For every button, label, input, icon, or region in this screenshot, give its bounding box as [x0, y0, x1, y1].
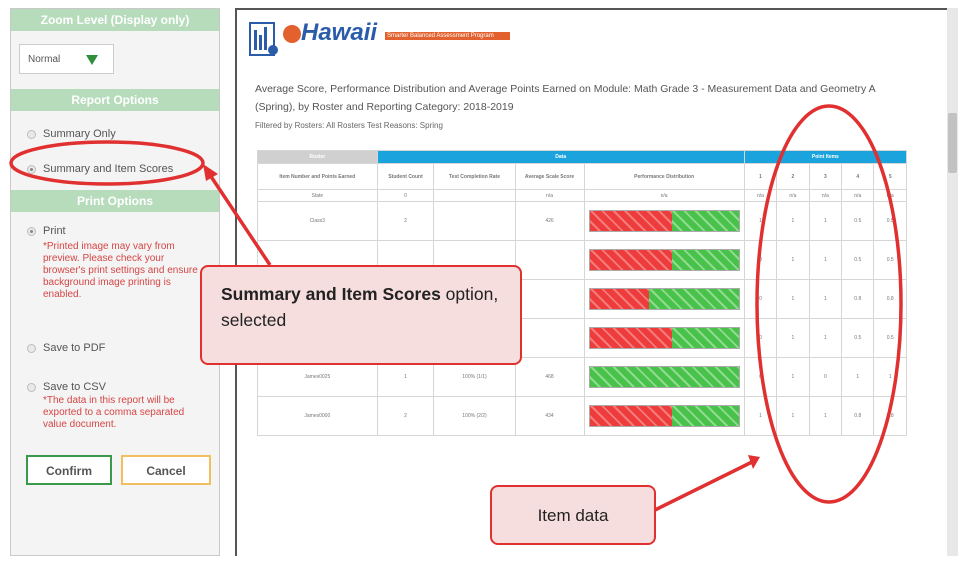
callout-bold-text: Summary and Item Scores [221, 284, 441, 304]
completion-rate-cell: 100% (2/2) [433, 396, 516, 436]
summary-only-label: Summary Only [43, 128, 116, 140]
performance-distribution-cell [583, 201, 745, 241]
logo-subtext: Smarter Balanced Assessment Program [385, 32, 510, 40]
scale-score-cell [514, 240, 585, 280]
confirm-button[interactable]: Confirm [26, 455, 112, 485]
item-data-text: Item data [537, 506, 609, 525]
print-label: Print [43, 225, 66, 237]
completion-rate-cell [433, 201, 516, 241]
student-count-cell: 2 [376, 201, 435, 241]
performance-bar [588, 288, 740, 310]
scale-score-cell [514, 279, 585, 319]
radio-icon [27, 344, 36, 353]
summary-item-scores-option[interactable]: Summary and Item Scores [23, 161, 208, 177]
logo-text: Hawaii [301, 19, 378, 46]
performance-distribution-cell [583, 318, 745, 358]
scale-score-cell: 434 [514, 396, 585, 436]
summary-item-scores-label: Summary and Item Scores [43, 163, 174, 175]
performance-bar [588, 249, 740, 271]
below-standard-segment [589, 406, 672, 426]
performance-bar [588, 327, 740, 349]
col-header: Test Completion Rate [433, 163, 516, 190]
performance-bar [588, 405, 740, 427]
print-options-header: Print Options [11, 190, 219, 212]
met-standard-segment [671, 211, 739, 231]
zoom-select[interactable]: Normal [19, 44, 114, 74]
zoom-level-header: Zoom Level (Display only) [11, 9, 219, 31]
radio-selected-icon [27, 227, 36, 236]
below-standard-segment [589, 328, 672, 348]
performance-distribution-cell [583, 240, 745, 280]
save-pdf-label: Save to PDF [43, 342, 106, 354]
report-options-header: Report Options [11, 89, 219, 111]
col-header: Performance Distribution [583, 163, 745, 190]
chevron-down-icon [86, 55, 98, 65]
radio-icon [27, 383, 36, 392]
radio-selected-icon [27, 165, 36, 174]
print-warning: *Printed image may vary from preview. Pl… [43, 241, 198, 300]
radio-icon [27, 130, 36, 139]
state-cell: n/a [514, 189, 585, 202]
below-standard-segment [589, 211, 672, 231]
performance-bar [588, 210, 740, 232]
summary-only-option[interactable]: Summary Only [23, 126, 203, 142]
met-standard-segment [671, 328, 739, 348]
roster-name-cell: James0000 [257, 396, 378, 436]
csv-warning: *The data in this report will be exporte… [43, 395, 185, 430]
performance-distribution-cell [583, 357, 745, 397]
scrollbar[interactable] [947, 8, 958, 556]
scale-score-cell [514, 318, 585, 358]
met-standard-segment [589, 367, 739, 387]
performance-distribution-cell [583, 279, 745, 319]
selected-option-callout: Summary and Item Scores option, selected [200, 265, 522, 365]
item-data-callout: Item data [490, 485, 656, 545]
scale-score-cell: 468 [514, 357, 585, 397]
item-data-highlight [755, 104, 903, 504]
met-standard-segment [649, 289, 739, 309]
below-standard-segment [589, 250, 672, 270]
col-header: Item Number and Points Earned [257, 163, 378, 190]
scrollbar-thumb[interactable] [948, 113, 957, 173]
met-standard-segment [671, 250, 739, 270]
hawaii-logo: Hawaii Smarter Balanced Assessment Progr… [249, 19, 519, 62]
roster-group-header: Roster [257, 150, 378, 164]
save-pdf-option[interactable]: Save to PDF [23, 340, 133, 356]
state-cell: n/a [583, 189, 745, 202]
student-count-cell: 2 [376, 396, 435, 436]
print-option[interactable]: Print [23, 223, 123, 239]
save-csv-option[interactable]: Save to CSV [23, 379, 133, 395]
performance-bar [588, 366, 740, 388]
scale-score-cell: 426 [514, 201, 585, 241]
col-header: Student Count [376, 163, 435, 190]
state-cell [433, 189, 516, 202]
state-cell: 0 [376, 189, 435, 202]
cancel-button[interactable]: Cancel [121, 455, 211, 485]
col-header: Average Scale Score [514, 163, 585, 190]
state-cell: State [257, 189, 378, 202]
logo-mark [283, 25, 301, 43]
zoom-select-value: Normal [28, 54, 61, 65]
roster-name-cell: Class3 [257, 201, 378, 241]
screenshot-frame: Zoom Level (Display only) Normal Report … [0, 0, 958, 563]
below-standard-segment [589, 289, 650, 309]
save-csv-label: Save to CSV [43, 381, 106, 393]
document-icon [249, 22, 278, 56]
report-title-line-1: Average Score, Performance Distribution … [255, 83, 876, 95]
met-standard-segment [671, 406, 739, 426]
performance-distribution-cell [583, 396, 745, 436]
report-filter: Filtered by Rosters: All Rosters Test Re… [255, 121, 443, 130]
options-panel: Zoom Level (Display only) Normal Report … [10, 8, 220, 556]
data-group-header: Data [376, 150, 745, 164]
